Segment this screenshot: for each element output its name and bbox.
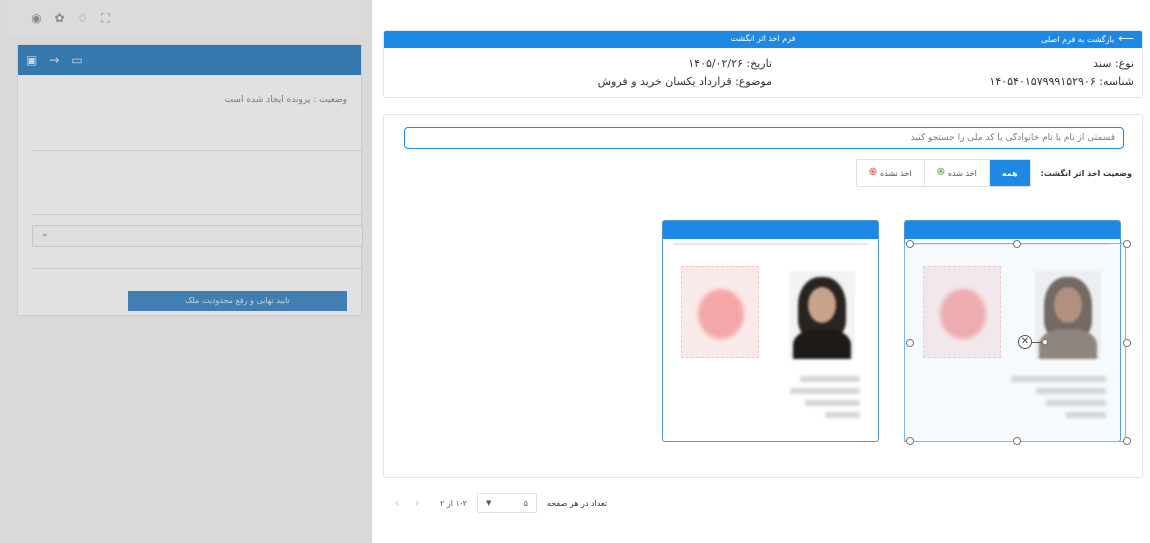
photo-face bbox=[1054, 287, 1082, 323]
next-page-button[interactable]: › bbox=[412, 498, 422, 509]
photo-body bbox=[793, 329, 851, 359]
person-card-header bbox=[905, 221, 1120, 239]
pagination: ‹ › ۱-۲ از ۲ ▼ ۵ تعداد در هر صفحه bbox=[392, 493, 607, 513]
person-card-divider bbox=[673, 243, 868, 245]
fingerprint-mark bbox=[698, 289, 744, 339]
filter-taken-button[interactable]: اخذ شده ֍ bbox=[923, 160, 989, 186]
document-header-card: ⟵ بازگشت به فرم اصلی فرم اخذ اثر انگشت ن… bbox=[383, 30, 1143, 98]
document-date: تاریخ: ۱۴۰۵/۰۲/۲۶ bbox=[688, 57, 772, 70]
filter-all-label: همه bbox=[1001, 168, 1018, 178]
background-app: ◉ ✿ ♢ ⛶ ▣ → ▭ وضعیت : پرونده ایجاد شده ا… bbox=[0, 0, 372, 543]
document-id: شناسه: ۱۴۰۵۴۰۱۵۷۹۹۹۱۵۲۹۰۶ bbox=[989, 75, 1134, 88]
header-bar: ⟵ بازگشت به فرم اصلی فرم اخذ اثر انگشت bbox=[384, 31, 1142, 48]
prev-page-button[interactable]: ‹ bbox=[392, 498, 402, 509]
search-input[interactable] bbox=[404, 127, 1124, 149]
filter-segmented-control: همه اخذ شده ֍ اخذ نشده ֍ bbox=[855, 159, 1031, 187]
fingerprint-dialog: ⟵ بازگشت به فرم اصلی فرم اخذ اثر انگشت ن… bbox=[372, 0, 1150, 543]
photo-body bbox=[1039, 329, 1097, 359]
document-type: نوع: سند bbox=[1093, 57, 1134, 70]
fingerprint-mark bbox=[940, 289, 986, 339]
fingerprint-image[interactable] bbox=[681, 266, 759, 358]
filter-all-button[interactable]: همه bbox=[988, 160, 1030, 186]
persons-card: وضعیت اخذ اثر انگشت: همه اخذ شده ֍ اخذ ن… bbox=[383, 114, 1143, 478]
fingerprint-image[interactable] bbox=[923, 266, 1001, 358]
fingerprint-icon: ֍ bbox=[868, 167, 877, 178]
document-info: نوع: سند شناسه: ۱۴۰۵۴۰۱۵۷۹۹۹۱۵۲۹۰۶ تاریخ… bbox=[384, 48, 1142, 97]
page-range: ۱-۲ از ۲ bbox=[440, 498, 467, 508]
filter-not-taken-label: اخذ نشده bbox=[880, 168, 912, 178]
person-card-divider bbox=[915, 243, 1110, 245]
fingerprint-icon: ֍ bbox=[936, 167, 945, 178]
person-card-header bbox=[663, 221, 878, 239]
filter-not-taken-button[interactable]: اخذ نشده ֍ bbox=[856, 160, 924, 186]
caret-down-icon: ▼ bbox=[485, 499, 492, 507]
modal-backdrop[interactable] bbox=[0, 0, 372, 543]
person-photo bbox=[1035, 271, 1101, 359]
page-size-label: تعداد در هر صفحه bbox=[546, 498, 608, 508]
person-photo bbox=[789, 271, 855, 359]
person-info-blurred bbox=[760, 376, 860, 424]
person-card[interactable] bbox=[662, 220, 879, 442]
page-size-value: ۵ bbox=[523, 498, 528, 508]
filter-label: وضعیت اخذ اثر انگشت: bbox=[1040, 168, 1132, 178]
dialog-title: فرم اخذ اثر انگشت bbox=[730, 34, 796, 43]
filter-taken-label: اخذ شده bbox=[947, 168, 977, 178]
person-card[interactable] bbox=[904, 220, 1121, 442]
page-size-select[interactable]: ▼ ۵ bbox=[476, 493, 537, 513]
document-subject: موضوع: قرارداد یکسان خرید و فروش bbox=[597, 75, 772, 88]
photo-face bbox=[808, 287, 836, 323]
person-info-blurred bbox=[1006, 376, 1106, 424]
fingerprint-status-filter: وضعیت اخذ اثر انگشت: همه اخذ شده ֍ اخذ ن… bbox=[855, 159, 1132, 187]
